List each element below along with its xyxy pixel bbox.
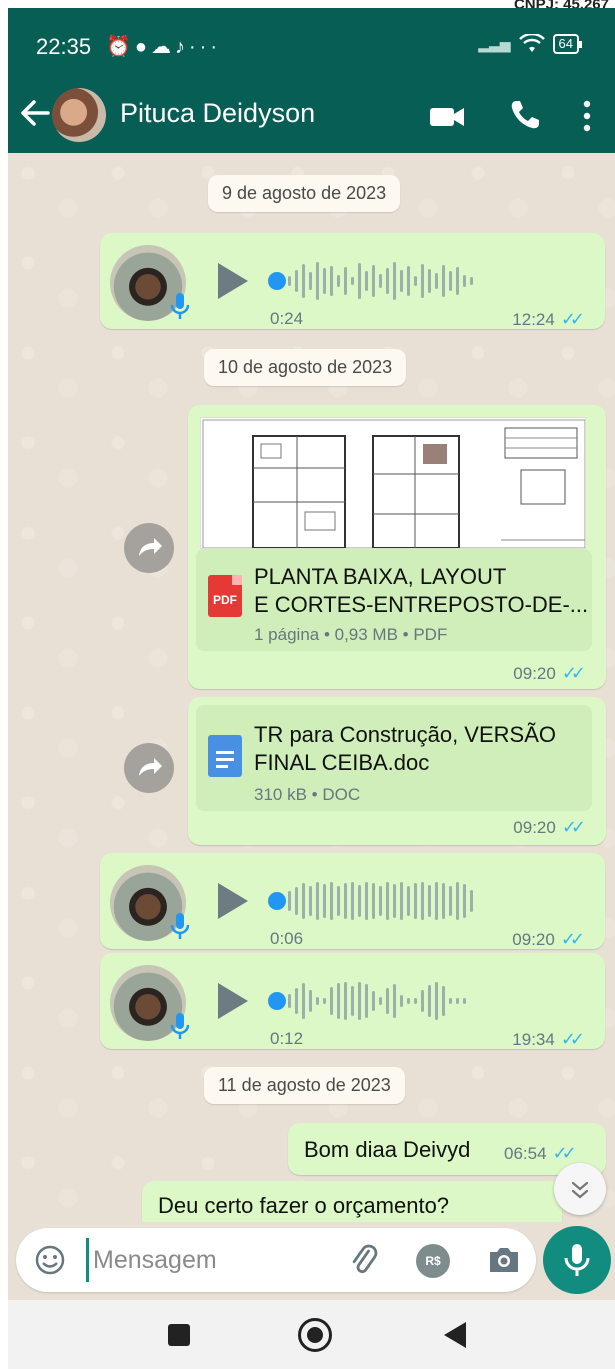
- mic-icon: [564, 1244, 590, 1276]
- file-name-line2: E CORTES-ENTREPOSTO-DE-...: [254, 592, 589, 617]
- home-button[interactable]: [298, 1318, 332, 1352]
- message-input[interactable]: [86, 1238, 326, 1282]
- emoji-icon[interactable]: [34, 1244, 66, 1276]
- file-meta: 1 página • 0,93 MB • PDF: [254, 625, 448, 644]
- file-meta: 310 kB • DOC: [254, 785, 361, 804]
- status-bar: 22:35 ⏰●☁♪··· ▂▃▅ 64: [8, 8, 615, 78]
- file-name-line1: PLANTA BAIXA, LAYOUT: [254, 564, 507, 589]
- battery-icon: 64: [552, 34, 583, 54]
- forward-icon: [139, 538, 162, 556]
- message-time: 09:20 ✓✓: [512, 929, 585, 949]
- wifi-icon: [518, 34, 545, 52]
- system-back-button[interactable]: [444, 1322, 466, 1348]
- app-header: 22:35 ⏰●☁♪··· ▂▃▅ 64 Pituca Deidyson: [8, 8, 615, 153]
- chat-title-bar: Pituca Deidyson: [8, 78, 615, 153]
- message-composer: R$: [16, 1228, 536, 1292]
- read-ticks-icon: ✓✓: [560, 1029, 585, 1049]
- recent-apps-button[interactable]: [168, 1324, 190, 1346]
- record-voice-button[interactable]: [543, 1226, 611, 1294]
- waveform[interactable]: [288, 259, 473, 303]
- pdf-preview[interactable]: [200, 417, 586, 549]
- more-notifications-icon: ···: [189, 36, 221, 58]
- message-time: 09:20 ✓✓: [513, 663, 586, 683]
- payment-icon[interactable]: R$: [416, 1244, 450, 1278]
- system-nav-bar: [8, 1300, 615, 1369]
- contact-avatar[interactable]: [52, 88, 106, 142]
- voice-message[interactable]: 0:12 19:34 ✓✓: [100, 953, 605, 1049]
- doc-message[interactable]: TR para Construção, VERSÃO FINAL CEIBA.d…: [188, 697, 606, 845]
- waveform[interactable]: [288, 979, 466, 1023]
- message-time: 12:24 ✓✓: [512, 309, 585, 329]
- read-ticks-icon: ✓✓: [560, 929, 585, 949]
- floor-plan-thumbnail: [202, 419, 585, 548]
- forward-button[interactable]: [124, 523, 174, 573]
- read-ticks-icon: ✓✓: [561, 663, 586, 683]
- camera-icon[interactable]: [486, 1244, 522, 1276]
- tiktok-icon: ♪: [175, 36, 189, 58]
- scroll-down-button[interactable]: [554, 1163, 606, 1215]
- waveform[interactable]: [288, 879, 473, 923]
- paperclip-icon[interactable]: [346, 1242, 382, 1278]
- playback-scrubber[interactable]: [268, 992, 286, 1010]
- contact-name[interactable]: Pituca Deidyson: [120, 98, 315, 129]
- doc-file-icon: [208, 735, 242, 777]
- message-time: 06:54 ✓✓: [504, 1143, 577, 1163]
- date-chip: 10 de agosto de 2023: [204, 349, 407, 386]
- voice-duration: 0:12: [270, 1029, 304, 1048]
- message-time: 09:20 ✓✓: [513, 817, 586, 837]
- back-arrow-icon[interactable]: [18, 96, 52, 130]
- pdf-file-card[interactable]: PDF PLANTA BAIXA, LAYOUT E CORTES-ENTREP…: [196, 549, 592, 651]
- play-icon[interactable]: [218, 263, 248, 299]
- read-ticks-icon: ✓✓: [561, 817, 586, 837]
- doc-file-card[interactable]: TR para Construção, VERSÃO FINAL CEIBA.d…: [196, 705, 592, 811]
- date-chip: 11 de agosto de 2023: [204, 1067, 405, 1104]
- voice-call-icon[interactable]: [508, 98, 542, 132]
- pdf-file-icon: PDF: [208, 575, 242, 617]
- pdf-message[interactable]: PDF PLANTA BAIXA, LAYOUT E CORTES-ENTREP…: [188, 405, 606, 689]
- voice-message[interactable]: 0:06 09:20 ✓✓: [100, 853, 605, 949]
- read-ticks-icon: ✓✓: [560, 309, 585, 329]
- forward-icon: [139, 758, 162, 776]
- message-time: 19:34 ✓✓: [512, 1029, 585, 1049]
- double-chevron-down-icon: [571, 1181, 589, 1199]
- more-options-icon[interactable]: [580, 98, 594, 134]
- system-icons: ▂▃▅ 64: [478, 34, 583, 54]
- forward-button[interactable]: [124, 743, 174, 793]
- file-name-line2: FINAL CEIBA.doc: [254, 750, 430, 775]
- voice-message[interactable]: 0:24 12:24 ✓✓: [100, 233, 605, 329]
- signal-icon: ▂▃▅: [478, 35, 511, 52]
- alarm-icon: ⏰: [106, 36, 135, 58]
- date-chip: 9 de agosto de 2023: [208, 175, 401, 212]
- read-ticks-icon: ✓✓: [552, 1143, 577, 1163]
- mic-icon: [170, 913, 190, 939]
- chat-notification-icon: ●: [134, 36, 151, 58]
- status-time: 22:35: [36, 34, 92, 59]
- voice-duration: 0:24: [270, 309, 304, 328]
- video-call-icon[interactable]: [428, 102, 466, 132]
- chat-area[interactable]: 9 de agosto de 2023 0:24 12:24 ✓✓ 10 de a…: [8, 153, 615, 1233]
- play-icon[interactable]: [218, 983, 248, 1019]
- voice-duration: 0:06: [270, 929, 304, 948]
- message-text: Deu certo fazer o orçamento?: [158, 1193, 450, 1218]
- playback-scrubber[interactable]: [268, 272, 286, 290]
- playback-scrubber[interactable]: [268, 892, 286, 910]
- cloud-icon: ☁: [151, 36, 175, 58]
- message-text: Bom diaa Deivyd: [304, 1137, 471, 1162]
- screen: CNPJ: 45.267 22:35 ⏰●☁♪··· ▂▃▅ 64 Pituca…: [0, 0, 615, 1369]
- mic-icon: [170, 1013, 190, 1039]
- notification-icons: ⏰●☁♪···: [106, 34, 221, 59]
- play-icon[interactable]: [218, 883, 248, 919]
- mic-icon: [170, 293, 190, 319]
- file-name-line1: TR para Construção, VERSÃO: [254, 722, 557, 747]
- input-bar: R$: [8, 1222, 615, 1300]
